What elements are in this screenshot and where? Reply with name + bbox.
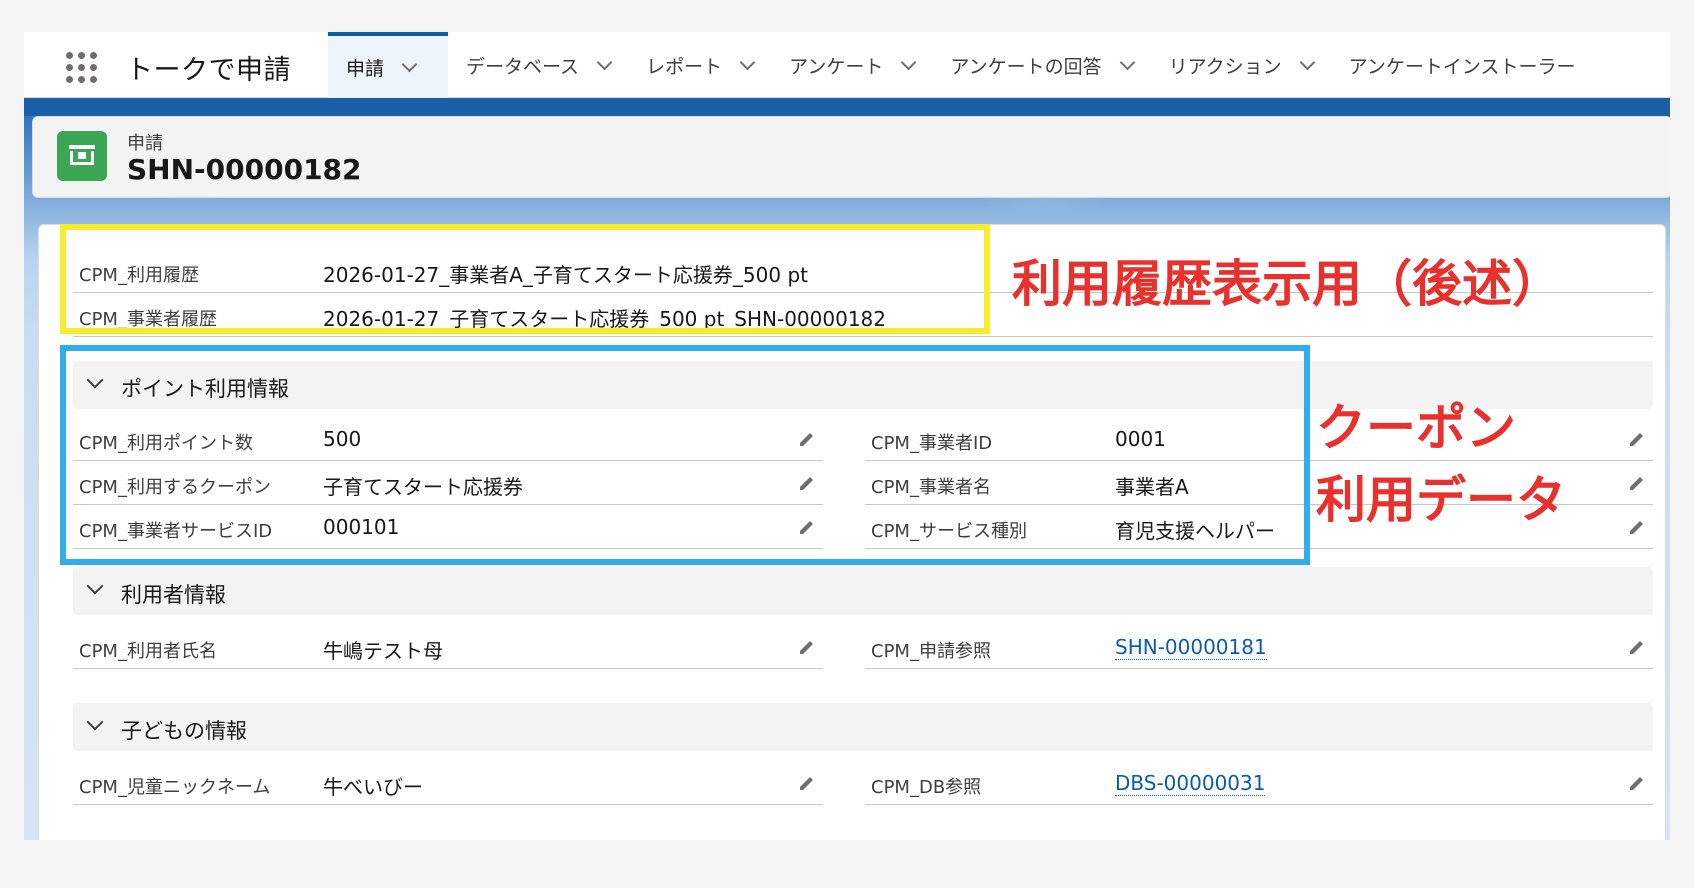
top-navigation: トークで申請 申請 データベース レポート アンケート アンケートの回答 リアク… <box>24 32 1670 98</box>
chevron-down-icon[interactable] <box>1299 54 1315 70</box>
field-label: CPM_利用者氏名 <box>79 641 217 662</box>
chevron-down-icon[interactable] <box>596 54 613 70</box>
tab-reaction[interactable]: リアクション <box>1151 32 1331 98</box>
pencil-icon[interactable] <box>1627 473 1647 493</box>
pencil-icon[interactable] <box>797 637 817 657</box>
field-value: 牛嶋テスト母 <box>323 639 443 663</box>
tab-survey[interactable]: アンケート <box>771 32 932 98</box>
field-db-ref: CPM_DB参照 DBS-00000031 <box>865 761 1653 805</box>
tab-label: データベース <box>466 55 580 78</box>
tab-application[interactable]: 申請 <box>328 32 448 98</box>
pencil-icon[interactable] <box>1627 637 1647 657</box>
field-child-nickname: CPM_児童ニックネーム 牛べいびー <box>73 761 823 805</box>
tab-survey-installer[interactable]: アンケートインストーラー <box>1331 32 1594 98</box>
field-application-ref: CPM_申請参照 SHN-00000181 <box>865 625 1653 669</box>
chevron-down-icon[interactable] <box>401 56 418 72</box>
tab-report[interactable]: レポート <box>628 32 771 98</box>
field-user-name: CPM_利用者氏名 牛嶋テスト母 <box>73 625 823 669</box>
field-label: CPM_申請参照 <box>871 641 991 662</box>
history-highlight-box <box>60 224 990 334</box>
application-ref-link[interactable]: SHN-00000181 <box>1115 635 1267 660</box>
history-annotation: 利用履歴表示用（後述） <box>1012 255 1562 313</box>
coupon-highlight-box <box>60 345 1310 565</box>
chevron-down-icon[interactable] <box>86 577 104 595</box>
pencil-icon[interactable] <box>797 773 817 793</box>
field-label: CPM_DB参照 <box>871 777 982 798</box>
field-label: CPM_児童ニックネーム <box>79 777 271 798</box>
app-launcher-icon[interactable] <box>66 52 98 84</box>
coupon-annotation-line2: 利用データ <box>1316 471 1566 529</box>
record-title: SHN-00000182 <box>127 153 362 186</box>
section-title: 利用者情報 <box>121 583 226 607</box>
pencil-icon[interactable] <box>1627 429 1647 449</box>
field-value: 牛べいびー <box>323 775 423 799</box>
tab-label: アンケート <box>789 55 884 78</box>
chevron-down-icon[interactable] <box>86 713 104 731</box>
pencil-icon[interactable] <box>1627 517 1647 537</box>
tab-database[interactable]: データベース <box>448 32 628 98</box>
app-name: トークで申請 <box>126 55 291 86</box>
tab-label: アンケートの回答 <box>950 55 1102 78</box>
tab-label: リアクション <box>1168 55 1282 78</box>
tab-label: アンケートインストーラー <box>1348 55 1576 78</box>
chevron-down-icon[interactable] <box>901 54 917 70</box>
chevron-down-icon[interactable] <box>1119 54 1135 70</box>
application-form-icon <box>57 131 107 181</box>
chevron-down-icon[interactable] <box>739 54 756 70</box>
pencil-icon[interactable] <box>1627 773 1647 793</box>
coupon-annotation-line1: クーポン <box>1316 399 1516 457</box>
tab-label: レポート <box>646 55 723 78</box>
section-user-info[interactable]: 利用者情報 <box>73 567 1653 615</box>
section-child-info[interactable]: 子どもの情報 <box>73 703 1653 751</box>
record-header: 申請 SHN-00000182 <box>32 116 1670 198</box>
nav-tabs: 申請 データベース レポート アンケート アンケートの回答 リアクション アンケ… <box>328 32 1594 98</box>
section-title: 子どもの情報 <box>121 719 247 743</box>
db-ref-link[interactable]: DBS-00000031 <box>1115 771 1266 796</box>
tab-survey-response[interactable]: アンケートの回答 <box>932 32 1150 98</box>
tab-label: 申請 <box>346 57 385 80</box>
record-type: 申請 <box>127 133 163 154</box>
